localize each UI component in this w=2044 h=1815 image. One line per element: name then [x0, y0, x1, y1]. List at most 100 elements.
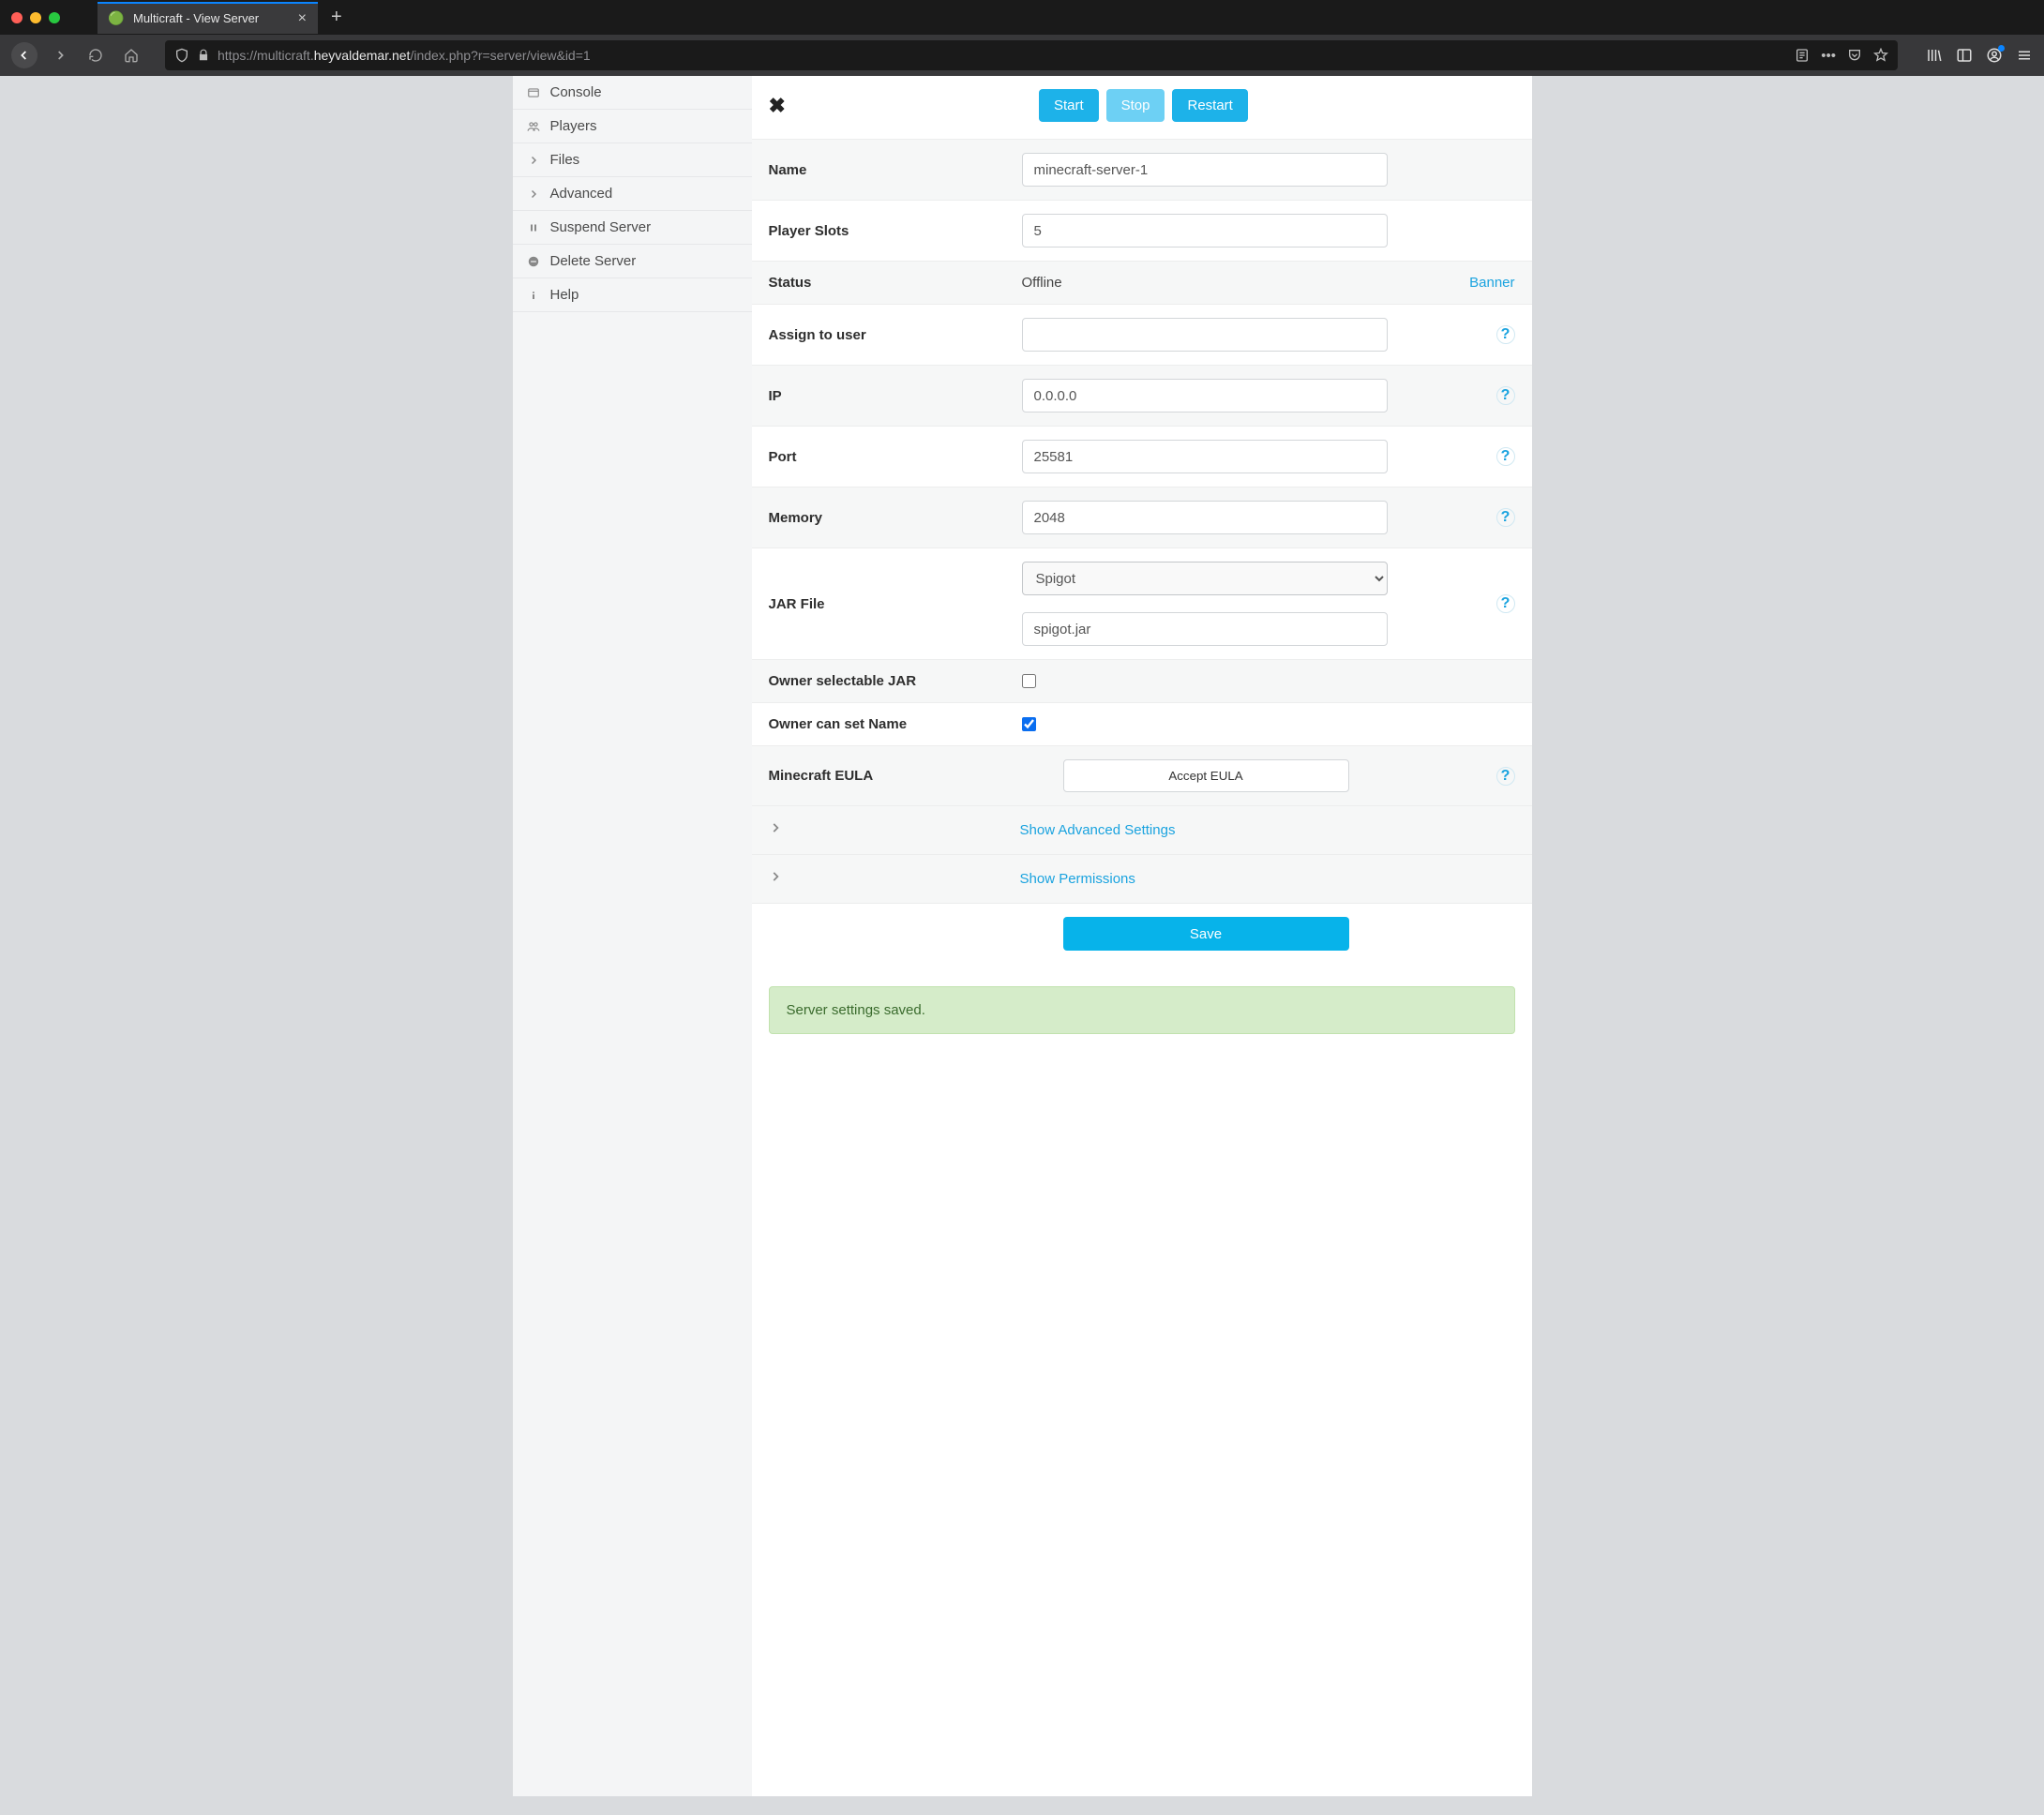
- sidebar-toggle-icon[interactable]: [1956, 47, 1973, 64]
- window-controls: [11, 12, 60, 23]
- owner-jar-label: Owner selectable JAR: [769, 673, 1022, 689]
- chevron-right-icon: [769, 870, 782, 888]
- sidebar-item-suspend[interactable]: Suspend Server: [513, 211, 752, 245]
- close-icon[interactable]: ✖: [769, 94, 786, 118]
- show-advanced-link[interactable]: Show Advanced Settings: [1020, 822, 1176, 838]
- url-bar-actions: •••: [1795, 48, 1888, 64]
- window-close-button[interactable]: [11, 12, 23, 23]
- sidebar-item-label: Delete Server: [550, 253, 637, 269]
- home-button[interactable]: [118, 42, 144, 68]
- server-actions-row: ✖ Start Stop Restart: [752, 76, 1532, 140]
- help-icon[interactable]: ?: [1496, 767, 1515, 786]
- row-jar-file: JAR File Spigot ?: [752, 548, 1532, 660]
- page-container: Console Players Files Advanced: [513, 76, 1532, 1796]
- url-bar[interactable]: https://multicraft.heyvaldemar.net/index…: [165, 40, 1898, 70]
- help-icon[interactable]: ?: [1496, 594, 1515, 613]
- jar-select[interactable]: Spigot: [1022, 562, 1388, 595]
- help-icon[interactable]: ?: [1496, 325, 1515, 344]
- success-alert: Server settings saved.: [769, 986, 1515, 1034]
- tab-title: Multicraft - View Server: [133, 11, 289, 25]
- ip-label: IP: [769, 388, 1022, 404]
- sidebar-item-console[interactable]: Console: [513, 76, 752, 110]
- assign-user-input[interactable]: [1022, 318, 1388, 352]
- help-icon[interactable]: ?: [1496, 508, 1515, 527]
- forward-button[interactable]: [47, 42, 73, 68]
- sidebar-item-label: Advanced: [550, 186, 613, 202]
- nav-bar: https://multicraft.heyvaldemar.net/index…: [0, 35, 2044, 76]
- library-icon[interactable]: [1926, 47, 1943, 64]
- row-memory: Memory ?: [752, 488, 1532, 548]
- sidebar-item-players[interactable]: Players: [513, 110, 752, 143]
- name-input[interactable]: [1022, 153, 1388, 187]
- accept-eula-button[interactable]: Accept EULA: [1063, 759, 1349, 792]
- reader-mode-icon[interactable]: [1795, 48, 1810, 63]
- sidebar-item-help[interactable]: Help: [513, 278, 752, 312]
- row-eula: Minecraft EULA Accept EULA ?: [752, 746, 1532, 806]
- restart-button[interactable]: Restart: [1172, 89, 1247, 122]
- port-input[interactable]: [1022, 440, 1388, 473]
- row-name: Name: [752, 140, 1532, 201]
- save-button[interactable]: Save: [1063, 917, 1349, 951]
- account-icon[interactable]: [1986, 47, 2003, 64]
- row-ip: IP ?: [752, 366, 1532, 427]
- owner-name-label: Owner can set Name: [769, 716, 1022, 732]
- new-tab-button[interactable]: +: [331, 7, 342, 28]
- toolbar-right: [1926, 47, 2033, 64]
- row-port: Port ?: [752, 427, 1532, 488]
- back-button[interactable]: [11, 42, 38, 68]
- row-status: Status Offline Banner: [752, 262, 1532, 305]
- browser-tab[interactable]: 🟢 Multicraft - View Server ×: [98, 2, 318, 34]
- server-action-buttons: Start Stop Restart: [1039, 89, 1248, 122]
- show-permissions-link[interactable]: Show Permissions: [1020, 871, 1135, 887]
- window-minimize-button[interactable]: [30, 12, 41, 23]
- jar-file-label: JAR File: [769, 596, 1022, 612]
- banner-link[interactable]: Banner: [1469, 275, 1514, 291]
- sidebar-item-label: Suspend Server: [550, 219, 652, 235]
- chevron-right-icon: [526, 155, 541, 166]
- sidebar-item-label: Players: [550, 118, 597, 134]
- port-label: Port: [769, 449, 1022, 465]
- bookmark-icon[interactable]: [1873, 48, 1888, 63]
- tab-close-icon[interactable]: ×: [298, 10, 307, 27]
- content-area: ✖ Start Stop Restart Name Player Slots: [752, 76, 1532, 1796]
- memory-input[interactable]: [1022, 501, 1388, 534]
- sidebar-item-advanced[interactable]: Advanced: [513, 177, 752, 211]
- pause-icon: [526, 222, 541, 233]
- jar-filename-input[interactable]: [1022, 612, 1388, 646]
- row-assign-user: Assign to user ?: [752, 305, 1532, 366]
- player-slots-input[interactable]: [1022, 214, 1388, 248]
- tab-favicon-icon: 🟢: [109, 11, 124, 26]
- app-menu-icon[interactable]: [2016, 47, 2033, 64]
- sidebar-item-label: Help: [550, 287, 579, 303]
- tab-bar: 🟢 Multicraft - View Server × +: [0, 0, 2044, 35]
- info-icon: [526, 290, 541, 301]
- owner-jar-checkbox[interactable]: [1022, 674, 1036, 688]
- row-permissions[interactable]: Show Permissions: [752, 855, 1532, 904]
- memory-label: Memory: [769, 510, 1022, 526]
- url-text: https://multicraft.heyvaldemar.net/index…: [218, 48, 1787, 63]
- delete-icon: [526, 255, 541, 268]
- eula-label: Minecraft EULA: [769, 768, 1022, 784]
- browser-chrome: 🟢 Multicraft - View Server × + https:/: [0, 0, 2044, 76]
- tracking-shield-icon[interactable]: [174, 48, 189, 63]
- notification-dot-icon: [1998, 45, 2005, 52]
- help-icon[interactable]: ?: [1496, 447, 1515, 466]
- stop-button[interactable]: Stop: [1106, 89, 1165, 122]
- window-maximize-button[interactable]: [49, 12, 60, 23]
- players-icon: [526, 120, 541, 133]
- owner-name-checkbox[interactable]: [1022, 717, 1036, 731]
- lock-icon[interactable]: [197, 49, 210, 62]
- row-advanced-settings[interactable]: Show Advanced Settings: [752, 806, 1532, 855]
- help-icon[interactable]: ?: [1496, 386, 1515, 405]
- status-value: Offline: [1022, 275, 1062, 291]
- row-player-slots: Player Slots: [752, 201, 1532, 262]
- sidebar-item-files[interactable]: Files: [513, 143, 752, 177]
- sidebar: Console Players Files Advanced: [513, 76, 752, 1796]
- reload-button[interactable]: [83, 42, 109, 68]
- pocket-icon[interactable]: [1847, 48, 1862, 63]
- sidebar-item-delete[interactable]: Delete Server: [513, 245, 752, 278]
- start-button[interactable]: Start: [1039, 89, 1099, 122]
- page-actions-icon[interactable]: •••: [1821, 48, 1836, 64]
- ip-input[interactable]: [1022, 379, 1388, 412]
- chevron-right-icon: [769, 821, 782, 839]
